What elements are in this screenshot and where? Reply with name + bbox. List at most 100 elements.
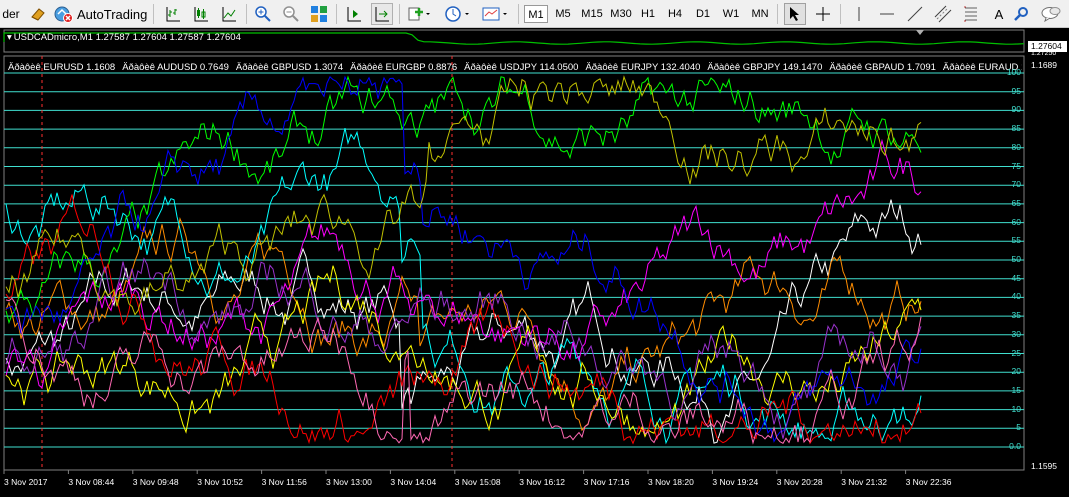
trendline-icon[interactable] [904, 3, 926, 25]
series-line [5, 257, 922, 439]
level-label: 45 [1011, 272, 1021, 283]
toolbar-cut-label: der [0, 3, 22, 25]
symbol-list: Äðàôèê EURUSD 1.1608 Äðàôèê AUDUSD 0.7649… [8, 62, 1022, 73]
subwindow-price-2: 1.27250 [1031, 50, 1057, 57]
main-frame [3, 55, 1025, 471]
timeframe-m1[interactable]: M1 [524, 5, 548, 23]
level-label: 0.0 [1009, 441, 1021, 451]
subwindow-title: ▾ USDCADmicro,M1 1.27587 1.27604 1.27587 … [7, 32, 241, 43]
subwindow-title-text: USDCADmicro,M1 1.27587 1.27604 1.27587 1… [13, 32, 241, 43]
toolbar-divider [246, 4, 247, 24]
timeframe-m15[interactable]: M15 [578, 5, 606, 23]
level-label: 90 [1011, 104, 1021, 115]
series-line [5, 127, 922, 445]
text-tool-label: A [994, 6, 1004, 22]
time-label: 3 Nov 2017 [4, 477, 48, 487]
level-lines [4, 72, 1024, 448]
zoom-in-icon[interactable] [252, 3, 274, 25]
level-label: 15 [1011, 384, 1021, 395]
level-label: 35 [1011, 310, 1021, 321]
symbol-label: Äðàôèê EURJPY 132.4040 [585, 62, 701, 73]
chart-shift-icon[interactable] [371, 3, 393, 25]
toolbar: der AutoTrading M1 M5 M15 M30 H1 H4 D1 W… [0, 0, 1069, 28]
timeframe-mn[interactable]: MN [748, 5, 772, 23]
vertical-line-icon[interactable] [848, 3, 870, 25]
toolbar-divider [153, 4, 154, 24]
symbol-label: Äðàôèê EURGBP 0.8876 [350, 62, 458, 73]
cursor-icon[interactable] [784, 3, 806, 25]
symbol-label: Äðàôèê USDJPY 114.0500 [464, 62, 579, 73]
level-label: 40 [1011, 291, 1021, 302]
horizontal-line-icon[interactable] [876, 3, 898, 25]
level-label: 85 [1011, 123, 1021, 134]
toolbar-divider [336, 4, 337, 24]
chart-window[interactable]: ▾ USDCADmicro,M1 1.27587 1.27604 1.27587 … [0, 28, 1069, 497]
timeframe-m30[interactable]: M30 [607, 5, 635, 23]
level-label: 25 [1011, 347, 1021, 358]
timeframe-m5[interactable]: M5 [551, 5, 575, 23]
periods-icon[interactable] [441, 3, 475, 25]
level-label: 10 [1011, 403, 1021, 414]
candlestick-icon[interactable] [190, 3, 212, 25]
level-label: 75 [1011, 160, 1021, 171]
bar-chart-icon[interactable] [162, 3, 184, 25]
level-label: 50 [1011, 254, 1021, 264]
time-ticks [3, 470, 907, 474]
equidistant-channel-icon[interactable] [932, 3, 954, 25]
fibonacci-icon[interactable] [960, 3, 982, 25]
series-line [5, 75, 922, 325]
time-label: 3 Nov 15:08 [454, 477, 501, 487]
time-label: 3 Nov 19:24 [712, 477, 759, 487]
timeframe-h4[interactable]: H4 [664, 5, 686, 23]
symbol-label: Äðàôèê GBPJPY 149.1470 [707, 62, 823, 73]
autotrading-button[interactable]: AutoTrading [54, 3, 148, 25]
text-tool-icon[interactable]: A [988, 3, 1010, 25]
zoom-out-icon[interactable] [280, 3, 302, 25]
toolbar-divider [840, 4, 841, 24]
price-bottom-label: 1.1595 [1031, 461, 1057, 471]
time-label: 3 Nov 21:32 [841, 477, 888, 487]
time-label: 3 Nov 22:36 [905, 477, 952, 487]
level-label: 80 [1011, 141, 1021, 152]
line-chart-icon[interactable] [218, 3, 240, 25]
autotrading-icon [54, 6, 73, 23]
scroll-marker-icon [916, 30, 924, 35]
time-label: 3 Nov 09:48 [132, 477, 179, 487]
indicators-icon[interactable] [405, 3, 435, 25]
clear-icon[interactable] [27, 3, 49, 25]
level-label: 95 [1011, 85, 1021, 96]
time-label: 3 Nov 20:28 [776, 477, 823, 487]
toolbar-divider [518, 4, 519, 24]
autotrading-label: AutoTrading [77, 6, 148, 22]
series-line [5, 217, 922, 432]
timeframe-w1[interactable]: W1 [720, 5, 742, 23]
level-label: 65 [1011, 197, 1021, 208]
toolbar-divider [777, 4, 778, 24]
time-label: 3 Nov 16:12 [519, 477, 566, 487]
chat-icon[interactable] [1038, 3, 1064, 25]
time-label: 3 Nov 18:20 [648, 477, 694, 487]
toolbar-cut-text: der [2, 7, 20, 21]
timeframe-d1[interactable]: D1 [692, 5, 714, 23]
tile-windows-icon[interactable] [308, 3, 330, 25]
symbol-label: Äðàôèê GBPUSD 1.3074 [235, 62, 344, 73]
time-label: 3 Nov 08:44 [68, 477, 115, 487]
timeframe-h1[interactable]: H1 [637, 5, 659, 23]
autoscroll-icon[interactable] [343, 3, 365, 25]
level-label: 60 [1011, 216, 1021, 227]
templates-icon[interactable] [479, 3, 513, 25]
series-line [5, 75, 922, 443]
price-top-label: 1.1689 [1031, 60, 1057, 70]
search-icon[interactable] [1010, 3, 1032, 25]
toolbar-divider [399, 4, 400, 24]
chart-canvas [3, 29, 1025, 474]
time-label: 3 Nov 11:56 [261, 477, 307, 487]
level-label: 20 [1011, 366, 1021, 377]
symbol-label: Äðàôèê EURUSD 1.1608 [8, 62, 116, 73]
collapse-triangle-icon[interactable]: ▾ [7, 32, 12, 43]
symbol-label: Äðàôèê GBPAUD 1.7091 [829, 62, 936, 73]
symbol-label: Äðàôèê AUDUSD 0.7649 [122, 62, 229, 73]
crosshair-icon[interactable] [812, 3, 834, 25]
level-label: 5 [1016, 422, 1021, 433]
time-label: 3 Nov 10:52 [197, 477, 244, 487]
